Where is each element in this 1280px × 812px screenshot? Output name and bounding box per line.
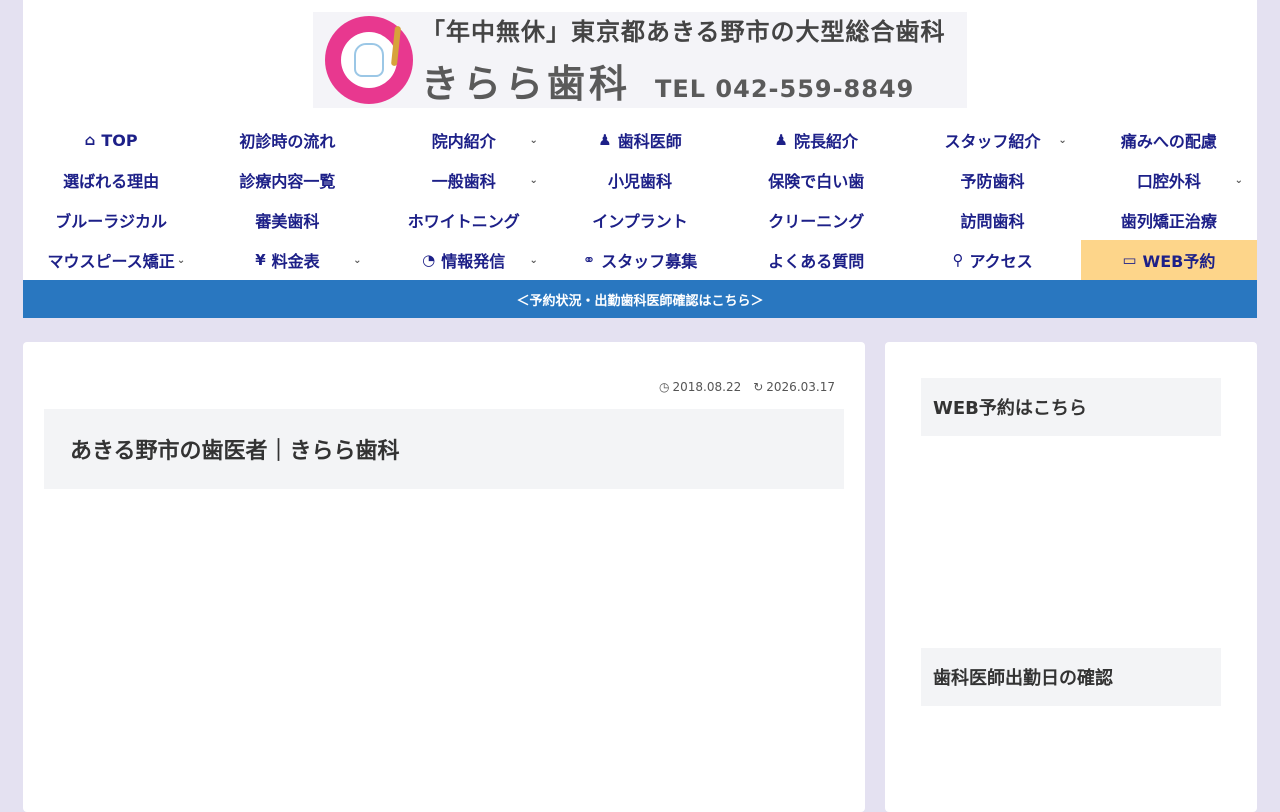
site-logo[interactable]: 「年中無休」東京都あきる野市の大型総合歯科 きらら歯科 TEL 042-559-… [313,12,967,108]
doctor-icon: ♟ [774,131,788,149]
nav-item-12[interactable]: 予防歯科 [904,160,1080,200]
widget-title-web-reservation: WEB予約はこちら [921,378,1221,436]
nav-item-label: 審美歯科 [255,212,320,231]
nav-item-label: 口腔外科 [1136,172,1201,191]
nav-item-0[interactable]: ⌂ TOP [23,120,199,160]
nav-item-label: よくある質問 [768,252,865,271]
doctor-icon: ♟ [598,131,612,149]
yen-icon: ¥ [255,251,266,269]
logo-tagline: 「年中無休」東京都あきる野市の大型総合歯科 [421,18,946,46]
nav-item-2[interactable]: 院内紹介 ⌄ [376,120,552,160]
nav-item-22[interactable]: ¥ 料金表 ⌄ [199,240,375,280]
nav-item-label: インプラント [592,212,688,231]
nav-item-label: 院長紹介 [794,132,859,151]
widget-title-dentist-schedule: 歯科医師出勤日の確認 [921,648,1221,706]
desktop-icon: ▭ [1122,251,1137,269]
logo-tel: TEL 042-559-8849 [655,75,915,103]
nav-item-4[interactable]: ♟ 院長紹介 [728,120,904,160]
chevron-down-icon: ⌄ [1058,134,1067,146]
nav-item-label: アクセス [969,252,1033,271]
nav-item-20[interactable]: 歯列矯正治療 [1081,200,1257,240]
handshake-icon: ⚭ [582,251,596,269]
nav-item-label: 歯列矯正治療 [1120,212,1217,231]
nav-item-label: 料金表 [271,252,320,271]
map-pin-icon: ⚲ [952,251,964,269]
nav-item-label: ホワイトニング [407,212,520,231]
nav-item-16[interactable]: ホワイトニング [376,200,552,240]
nav-item-label: 診療内容一覧 [239,172,336,191]
nav-item-label: マウスピース矯正 [47,252,175,271]
nav-item-label: スタッフ募集 [601,252,698,271]
nav-item-1[interactable]: 初診時の流れ [199,120,375,160]
nav-item-5[interactable]: スタッフ紹介 ⌄ [904,120,1080,160]
main-article: ◷ 2018.08.22 ↻ 2026.03.17 あきる野市の歯医者｜きらら歯科 [23,342,865,812]
site-header-wrap: 「年中無休」東京都あきる野市の大型総合歯科 きらら歯科 TEL 042-559-… [23,0,1257,318]
nav-item-8[interactable]: 診療内容一覧 [199,160,375,200]
nav-item-label: 小児歯科 [607,172,672,191]
nav-item-6[interactable]: 痛みへの配慮 [1081,120,1257,160]
update-icon: ↻ [753,380,764,394]
nav-item-25[interactable]: よくある質問 [728,240,904,280]
nav-item-27[interactable]: ▭ WEB予約 [1080,240,1257,280]
nav-item-26[interactable]: ⚲ アクセス [904,240,1080,280]
nav-item-label: 保険で白い歯 [768,172,865,191]
nav-item-label: クリーニング [768,212,865,231]
chevron-down-icon: ⌄ [529,134,538,146]
nav-item-23[interactable]: ◔ 情報発信 ⌄ [376,240,552,280]
nav-item-19[interactable]: 訪問歯科 [904,200,1080,240]
nav-item-label: 一般歯科 [431,172,496,191]
nav-item-label: 予防歯科 [960,172,1025,191]
rss-icon: ◔ [422,251,436,269]
nav-item-13[interactable]: 口腔外科 ⌄ [1081,160,1257,200]
nav-item-label: 訪問歯科 [960,212,1025,231]
nav-item-label: 痛みへの配慮 [1120,132,1217,151]
nav-item-label: スタッフ紹介 [944,132,1041,151]
nav-item-18[interactable]: クリーニング [728,200,904,240]
chevron-down-icon: ⌄ [353,254,362,266]
nav-item-label: ブルーラジカル [55,212,167,231]
global-nav: ⌂ TOP 初診時の流れ 院内紹介 ⌄ ♟ 歯科医師 ♟ 院長紹介 スタッフ紹介 ⌄ 痛みへの配慮選ば… [23,120,1257,280]
tooth-icon [354,43,384,77]
nav-item-label: 初診時の流れ [239,132,336,151]
nav-item-11[interactable]: 保険で白い歯 [728,160,904,200]
nav-item-14[interactable]: ブルーラジカル [23,200,199,240]
nav-item-24[interactable]: ⚭ スタッフ募集 [552,240,728,280]
site-header: 「年中無休」東京都あきる野市の大型総合歯科 きらら歯科 TEL 042-559-… [23,0,1257,120]
sidebar: WEB予約はこちら 歯科医師出勤日の確認 [885,342,1257,812]
nav-item-label: WEB予約 [1142,252,1216,271]
nav-item-10[interactable]: 小児歯科 [552,160,728,200]
nav-item-17[interactable]: インプラント [552,200,728,240]
chevron-down-icon: ⌄ [529,254,538,266]
article-title-box: あきる野市の歯医者｜きらら歯科 [44,409,844,489]
logo-badge-icon [325,16,413,104]
article-title: あきる野市の歯医者｜きらら歯科 [70,439,400,464]
nav-item-15[interactable]: 審美歯科 [199,200,375,240]
reservation-notice-link[interactable]: ＜予約状況・出勤歯科医師確認はこちら＞ [23,280,1257,318]
posted-date: 2018.08.22 [672,380,742,394]
post-dates: ◷ 2018.08.22 ↻ 2026.03.17 [659,380,835,394]
nav-item-7[interactable]: 選ばれる理由 [23,160,199,200]
nav-item-label: 歯科医師 [617,132,682,151]
nav-item-21[interactable]: マウスピース矯正 ⌄ [23,240,199,280]
chevron-down-icon: ⌄ [1234,174,1243,186]
home-icon: ⌂ [84,131,96,149]
nav-item-label: 選ばれる理由 [63,172,160,191]
logo-clinic-name: きらら歯科 [421,62,632,106]
nav-item-label: 院内紹介 [431,132,496,151]
clock-icon: ◷ [659,380,670,394]
nav-item-label: TOP [101,130,138,150]
nav-item-label: 情報発信 [441,252,506,271]
toothbrush-icon [390,25,402,67]
chevron-down-icon: ⌄ [529,174,538,186]
updated-date: 2026.03.17 [766,380,835,394]
chevron-down-icon: ⌄ [176,254,186,266]
nav-item-9[interactable]: 一般歯科 ⌄ [376,160,552,200]
nav-item-3[interactable]: ♟ 歯科医師 [552,120,728,160]
